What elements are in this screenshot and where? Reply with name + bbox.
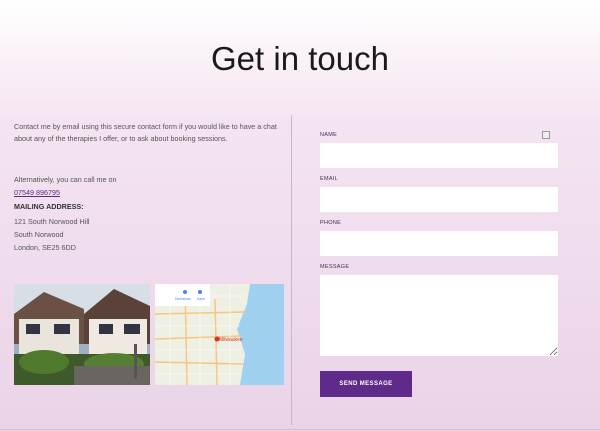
- address-line-1: 121 South Norwood Hill: [14, 217, 90, 226]
- message-field[interactable]: [320, 275, 558, 356]
- map-directions-label[interactable]: Directions: [175, 297, 191, 301]
- phone-link[interactable]: 07549 896795: [14, 188, 60, 197]
- contact-card-icon: [542, 131, 550, 139]
- save-icon[interactable]: [198, 290, 202, 294]
- mailing-address-label: MAILING ADDRESS:: [14, 202, 84, 211]
- directions-icon[interactable]: [183, 290, 187, 294]
- phone-field[interactable]: [320, 231, 558, 256]
- email-label: EMAIL: [320, 176, 339, 182]
- name-field[interactable]: [320, 143, 558, 168]
- map-save-label[interactable]: Save: [197, 297, 205, 301]
- bottom-divider: [0, 429, 600, 430]
- map-city-label: Milwaukee: [219, 337, 243, 343]
- send-message-button[interactable]: SEND MESSAGE: [320, 371, 412, 397]
- intro-text: Contact me by email using this secure co…: [14, 122, 277, 143]
- column-divider: [291, 115, 292, 425]
- house-photo: [14, 284, 150, 385]
- message-label: MESSAGE: [320, 264, 350, 270]
- address-line-2: South Norwood: [14, 230, 64, 239]
- mailing-address: 121 South Norwood Hill South Norwood Lon…: [14, 215, 90, 254]
- page-title: Get in touch: [211, 40, 389, 77]
- address-line-3: London, SE25 6DD: [14, 243, 76, 252]
- name-label: NAME: [320, 132, 338, 138]
- location-map[interactable]: Directions Save Milwaukee: [155, 284, 284, 385]
- alternative-text: Alternatively, you can call me on: [14, 175, 117, 184]
- email-field[interactable]: [320, 187, 558, 212]
- phone-label: PHONE: [320, 220, 342, 226]
